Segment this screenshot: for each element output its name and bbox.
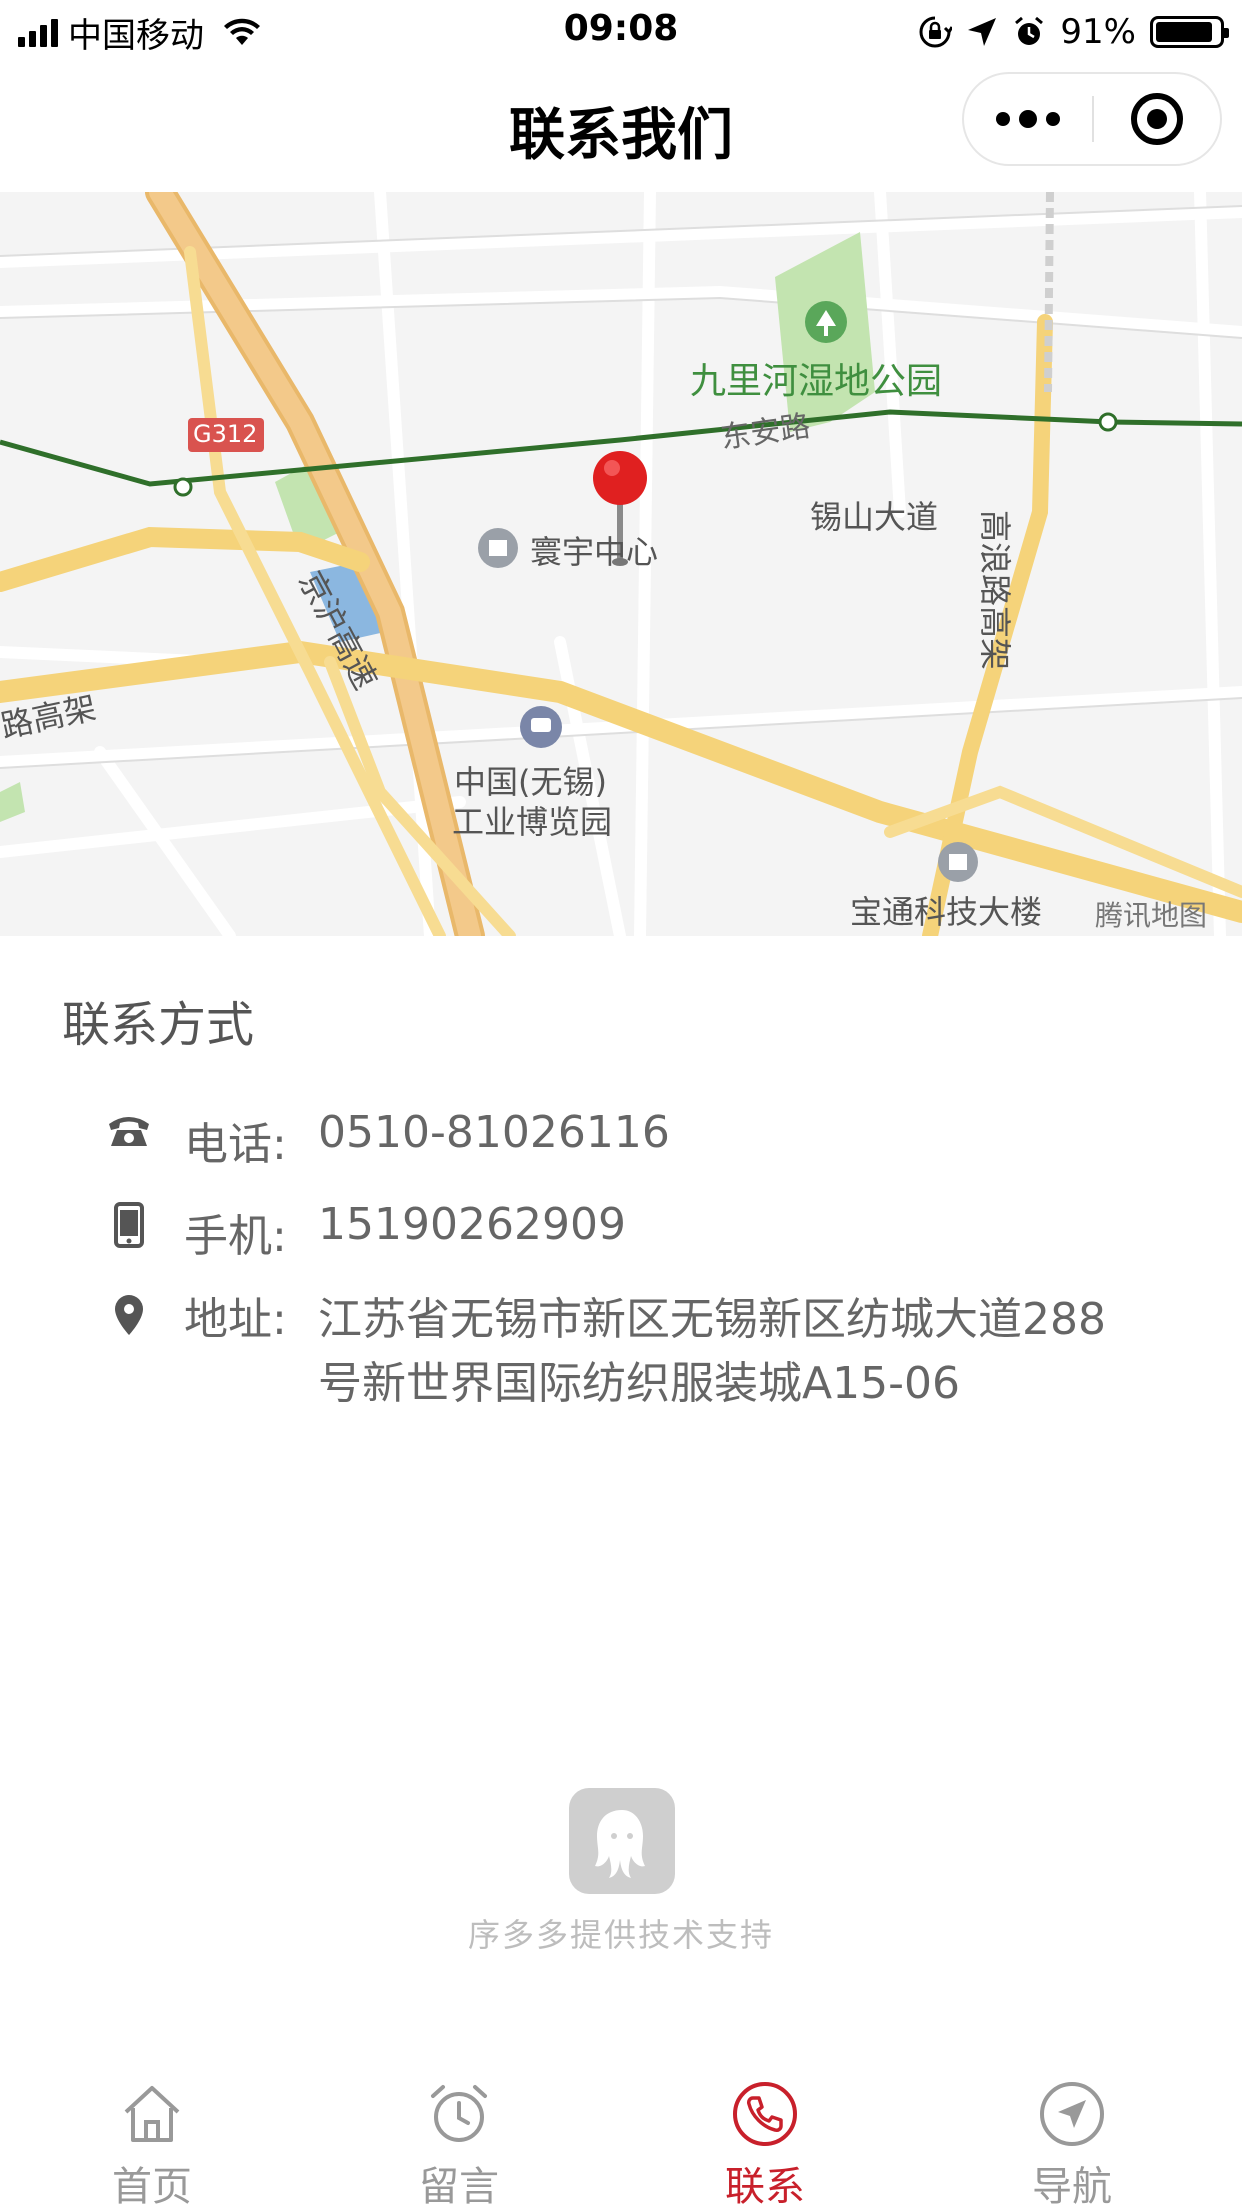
miniprogram-capsule [962, 72, 1222, 166]
map-label-xishan-avenue: 锡山大道 [810, 498, 939, 536]
map-label-g312: G312 [193, 420, 258, 448]
location-arrow-icon [968, 18, 997, 46]
navigation-bar: 联系我们 [0, 62, 1242, 192]
tab-navigation-label: 导航 [1032, 2164, 1112, 2210]
map-label-gaolang-elevated: 高浪路高架 [976, 510, 1014, 671]
target-close-icon [1131, 93, 1183, 145]
status-right: 91% [918, 10, 1229, 54]
tab-contact-label: 联系 [725, 2164, 805, 2210]
tab-navigation[interactable]: 导航 [972, 2078, 1172, 2212]
map-label-expo-park-line2: 工业博览园 [452, 803, 613, 841]
battery-percent: 91% [1060, 12, 1136, 52]
map-label-baotong-building: 宝通科技大楼 [850, 893, 1043, 931]
address-label: 地址: [184, 1294, 287, 1345]
mobile-label: 手机: [184, 1211, 287, 1262]
battery-icon [1150, 16, 1229, 48]
phone-icon [733, 2082, 797, 2146]
tab-bar: 首页 留言 联系 导航 [0, 2060, 1242, 2210]
contact-section-title: 联系方式 [62, 997, 255, 1053]
tech-support-text: 序多多提供技术支持 [467, 1916, 774, 1954]
telephone-icon [104, 1114, 154, 1148]
mobile-phone-icon [104, 1202, 154, 1248]
map-label-park: 九里河湿地公园 [690, 361, 943, 402]
mobile-value[interactable]: 15190262909 [318, 1200, 1138, 1250]
address-value: 江苏省无锡市新区无锡新区纺城大道288号新世界国际纺织服装城A15-06 [318, 1294, 1106, 1409]
alarm-clock-icon [431, 2085, 487, 2142]
tab-contact[interactable]: 联系 [665, 2078, 865, 2212]
octopus-logo-icon [569, 1788, 675, 1894]
more-options-button[interactable] [964, 74, 1092, 164]
phone-value[interactable]: 0510-81026116 [318, 1108, 1138, 1158]
tab-message-label: 留言 [419, 2164, 499, 2210]
map-view[interactable]: 九里河湿地公园 东安路 G312 京沪高速 锡山大道 寰宇中心 高浪路高架 路高… [0, 192, 1242, 936]
map-marker-icon [104, 1294, 154, 1336]
phone-label: 电话: [184, 1119, 287, 1170]
tab-message[interactable]: 留言 [359, 2078, 559, 2212]
status-bar: 中国移动 09:08 91% [0, 0, 1242, 62]
tab-home-label: 首页 [112, 2164, 192, 2210]
tab-home[interactable]: 首页 [52, 2078, 252, 2212]
map-label-huanyu-center: 寰宇中心 [530, 533, 659, 571]
home-icon [124, 2086, 180, 2142]
tencent-map-watermark: 腾讯地图 [1095, 899, 1208, 932]
compass-navigation-icon [1040, 2082, 1104, 2146]
close-miniprogram-button[interactable] [1094, 74, 1220, 164]
orientation-lock-icon [919, 16, 953, 48]
alarm-icon [1015, 16, 1044, 45]
